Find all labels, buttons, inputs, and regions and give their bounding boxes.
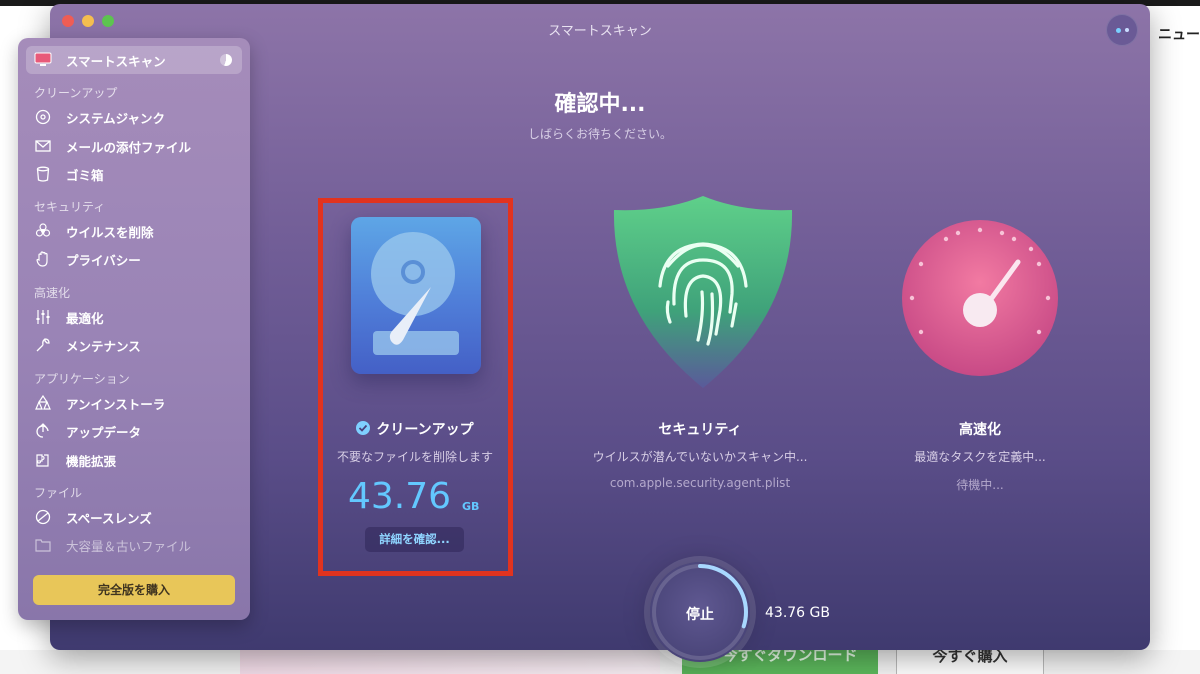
security-module-description: ウイルスが潜んでいないかスキャン中... <box>592 450 808 464</box>
stop-scan-label[interactable]: 停止 <box>650 604 750 624</box>
sidebar-item-large-old-files[interactable]: 大容量＆古いファイル <box>34 534 191 556</box>
sidebar-item-updater[interactable]: アップデータ <box>34 420 141 442</box>
sidebar-label: スペースレンズ <box>66 510 152 526</box>
envelope-icon <box>34 137 52 155</box>
sidebar-item-smart-scan-label[interactable]: スマートスキャン <box>34 49 166 71</box>
sidebar-label: 大容量＆古いファイル <box>66 538 192 554</box>
sidebar-item-maintenance[interactable]: メンテナンス <box>34 334 141 356</box>
sidebar-label: 最適化 <box>66 310 104 326</box>
apps-icon <box>34 394 52 412</box>
sidebar-item-space-lens[interactable]: スペースレンズ <box>34 506 152 528</box>
sidebar-section-files: ファイル <box>34 486 83 500</box>
sidebar-section-speed: 高速化 <box>34 286 71 300</box>
sidebar-item-remove-viruses[interactable]: ウイルスを削除 <box>34 220 154 242</box>
sidebar-section-security: セキュリティ <box>34 200 106 214</box>
highlight-box <box>318 198 513 576</box>
review-details-button[interactable]: 詳細を確認... <box>365 527 464 552</box>
folder-icon <box>34 536 52 554</box>
assistant-dot-icon <box>1125 28 1129 32</box>
speed-module-status: 待機中... <box>956 478 1004 492</box>
security-shield-icon <box>612 194 794 390</box>
sidebar-label: アップデータ <box>66 424 142 440</box>
assistant-dot-icon <box>1116 28 1121 33</box>
cleanup-size-unit: GB <box>462 500 480 513</box>
speed-module-name: 高速化 <box>959 422 1001 438</box>
cleanup-module-name: クリーンアップ <box>376 422 474 438</box>
hand-icon <box>34 250 52 268</box>
security-module-name: セキュリティ <box>658 422 742 438</box>
sidebar-label: メールの添付ファイル <box>66 139 192 155</box>
sidebar-label: スマートスキャン <box>66 53 166 69</box>
extension-icon <box>34 451 52 469</box>
disk-icon <box>34 108 52 126</box>
window-title: スマートスキャン <box>548 24 652 39</box>
space-lens-icon <box>34 508 52 526</box>
update-arrow-icon <box>34 422 52 440</box>
sidebar-section-applications: アプリケーション <box>34 372 130 386</box>
assistant-button[interactable] <box>1106 14 1138 46</box>
speed-module-description: 最適なタスクを定義中... <box>914 450 1046 464</box>
sidebar-item-privacy[interactable]: プライバシー <box>34 248 141 270</box>
background-menu-text: ニュー <box>1158 27 1200 43</box>
buy-full-version-button[interactable]: 完全版を購入 <box>33 575 235 605</box>
sidebar-item-optimization[interactable]: 最適化 <box>34 306 104 328</box>
sidebar-item-mail-attachments[interactable]: メールの添付ファイル <box>34 135 191 157</box>
biohazard-icon <box>34 222 52 240</box>
monitor-icon <box>34 51 52 69</box>
sidebar-item-extensions[interactable]: 機能拡張 <box>34 449 116 471</box>
trash-icon <box>34 165 52 183</box>
sidebar-section-cleanup: クリーンアップ <box>34 86 118 100</box>
check-circle-icon <box>356 421 371 435</box>
sidebar-label: メンテナンス <box>66 338 141 354</box>
sidebar-label: プライバシー <box>66 252 141 268</box>
sidebar-label: ゴミ箱 <box>66 167 104 183</box>
cleanup-module-title: クリーンアップ <box>330 419 500 439</box>
sidebar: スマートスキャン クリーンアップ システムジャンク メールの添付ファイル ゴミ箱… <box>18 38 250 620</box>
sidebar-item-trash[interactable]: ゴミ箱 <box>34 163 104 185</box>
scan-progress-pie-icon <box>220 54 232 66</box>
sidebar-label: 機能拡張 <box>66 453 117 469</box>
sidebar-label: ウイルスを削除 <box>66 224 154 240</box>
speedometer-icon <box>900 218 1060 378</box>
cleanup-size-value: 43.76 <box>348 476 452 517</box>
sidebar-item-uninstaller[interactable]: アンインストーラ <box>34 392 165 414</box>
sidebar-label: アンインストーラ <box>66 396 166 412</box>
sidebar-label: システムジャンク <box>66 110 166 126</box>
cleanup-module-description: 不要なファイルを削除します <box>336 450 493 464</box>
total-scan-size: 43.76 GB <box>765 605 830 621</box>
security-module-status: com.apple.security.agent.plist <box>609 476 791 490</box>
sidebar-item-system-junk[interactable]: システムジャンク <box>34 106 165 128</box>
background-banner <box>240 650 660 674</box>
wrench-icon <box>34 336 52 354</box>
sliders-icon <box>34 308 52 326</box>
